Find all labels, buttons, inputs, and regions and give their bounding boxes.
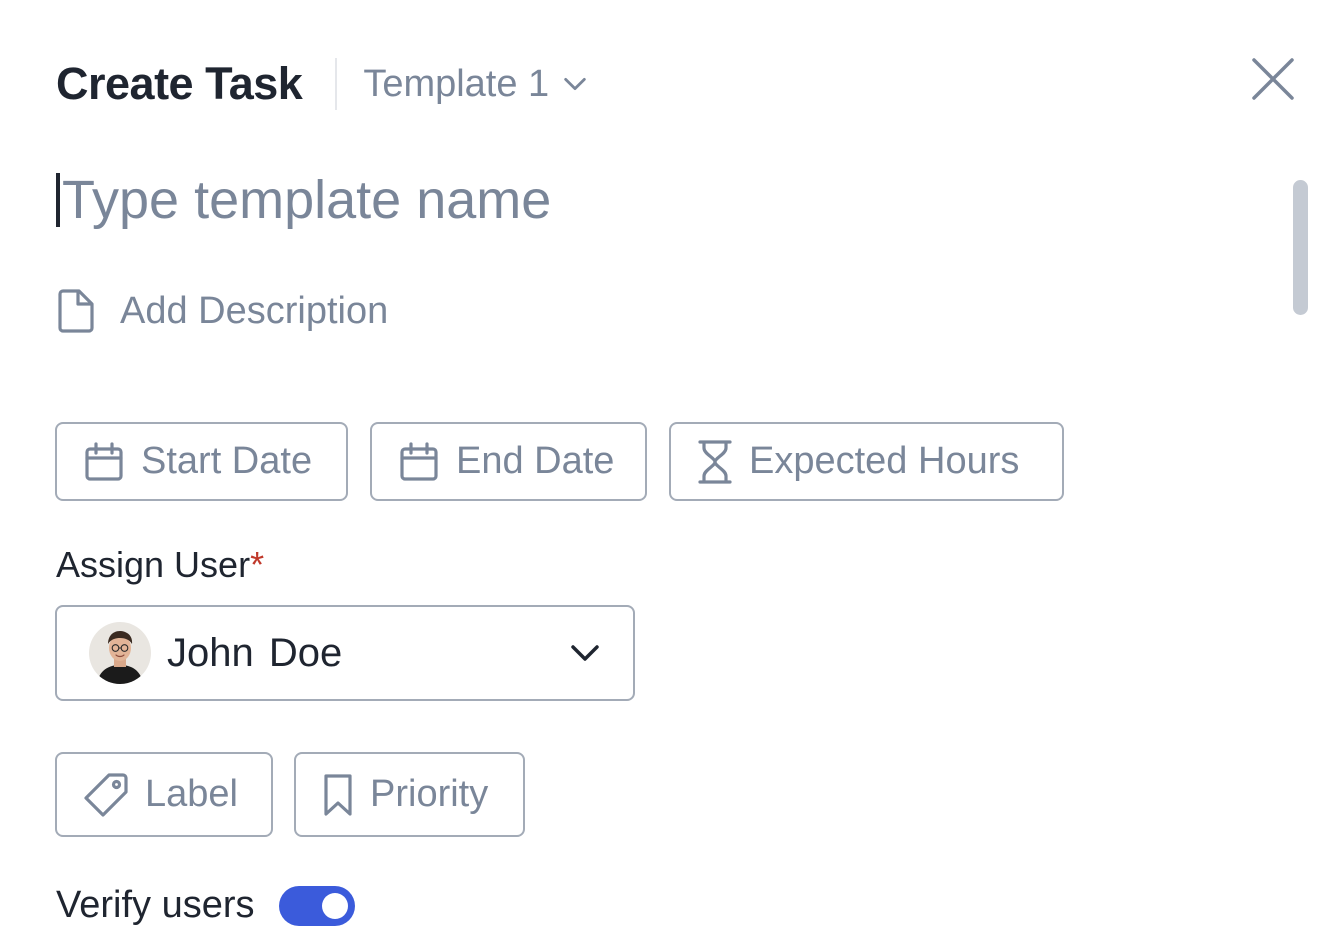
task-name-input[interactable] bbox=[62, 169, 962, 231]
template-select-value: Template 1 bbox=[363, 62, 550, 105]
text-caret bbox=[56, 173, 60, 227]
start-date-label: Start Date bbox=[141, 440, 313, 482]
assign-user-select[interactable]: John Doe bbox=[55, 605, 635, 701]
add-description-label: Add Description bbox=[120, 289, 389, 332]
document-icon bbox=[58, 289, 94, 333]
start-date-button[interactable]: Start Date bbox=[55, 422, 348, 501]
verify-users-label: Verify users bbox=[56, 884, 255, 926]
close-icon[interactable] bbox=[1248, 52, 1298, 102]
end-date-label: End Date bbox=[456, 440, 615, 482]
chevron-down-icon bbox=[564, 77, 586, 91]
avatar bbox=[89, 622, 151, 684]
verify-users-toggle[interactable] bbox=[278, 885, 355, 926]
task-name-field[interactable] bbox=[56, 165, 962, 235]
label-button[interactable]: Label bbox=[55, 752, 273, 837]
dialog-title: Create Task bbox=[56, 58, 303, 109]
expected-hours-label: Expected Hours bbox=[749, 440, 1020, 482]
add-description-button[interactable]: Add Description bbox=[56, 288, 388, 334]
label-button-label: Label bbox=[145, 773, 238, 815]
header-divider bbox=[335, 58, 338, 110]
required-marker: * bbox=[250, 544, 265, 585]
chevron-down-icon bbox=[571, 645, 599, 661]
calendar-icon bbox=[85, 441, 123, 481]
bookmark-icon bbox=[324, 773, 352, 816]
hourglass-icon bbox=[698, 439, 732, 484]
end-date-button[interactable]: End Date bbox=[370, 422, 647, 501]
expected-hours-button[interactable]: Expected Hours bbox=[669, 422, 1064, 501]
dialog-header: Create Task Template 1 bbox=[56, 52, 589, 116]
priority-button[interactable]: Priority bbox=[294, 752, 525, 837]
tag-icon bbox=[84, 772, 128, 817]
verify-users-row: Verify users bbox=[56, 884, 355, 927]
scrollbar-thumb[interactable] bbox=[1293, 180, 1308, 315]
priority-button-label: Priority bbox=[370, 773, 489, 815]
toggle-knob bbox=[321, 892, 348, 919]
calendar-icon bbox=[400, 441, 438, 481]
template-select[interactable]: Template 1 bbox=[363, 63, 589, 106]
selected-user-name: John Doe bbox=[167, 630, 343, 675]
assign-user-label: Assign User* bbox=[56, 544, 265, 585]
